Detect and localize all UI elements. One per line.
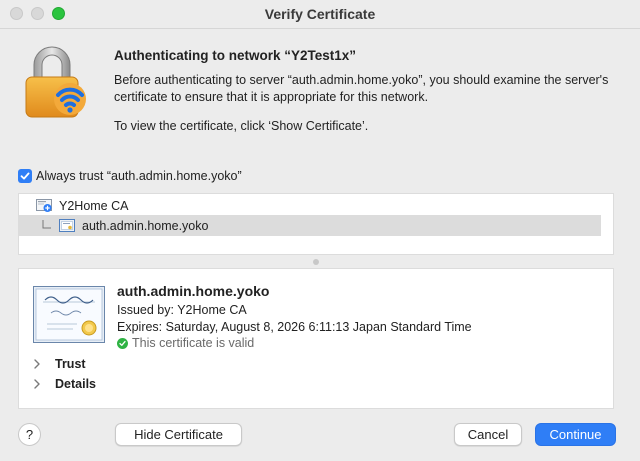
cancel-button[interactable]: Cancel	[454, 423, 522, 446]
trust-section-toggle[interactable]: Trust	[33, 357, 86, 371]
chain-root-label: Y2Home CA	[59, 198, 129, 213]
certificate-issuer: Issued by: Y2Home CA	[117, 303, 247, 317]
auth-hint: To view the certificate, click ‘Show Cer…	[114, 119, 369, 133]
always-trust-checkbox[interactable]	[18, 169, 32, 183]
chain-item-root-ca[interactable]: Y2Home CA	[19, 195, 601, 216]
details-section-label: Details	[55, 377, 96, 391]
pane-splitter-handle[interactable]	[313, 259, 319, 265]
certificate-status: This certificate is valid	[117, 336, 254, 350]
chevron-right-icon	[34, 359, 40, 369]
certificate-expiry: Expires: Saturday, August 8, 2026 6:11:1…	[117, 320, 472, 334]
checkmark-icon	[20, 172, 30, 180]
certificate-detail-panel: auth.admin.home.yoko Issued by: Y2Home C…	[18, 268, 614, 409]
certificate-icon	[59, 218, 75, 232]
window-title: Verify Certificate	[264, 6, 376, 22]
chain-leaf-label: auth.admin.home.yoko	[82, 218, 209, 233]
chevron-right-icon	[34, 379, 40, 389]
valid-check-icon	[117, 337, 128, 349]
certificate-standard-icon	[33, 286, 105, 343]
hide-certificate-button[interactable]: Hide Certificate	[115, 423, 242, 446]
trust-section-label: Trust	[55, 357, 86, 371]
certificate-status-text: This certificate is valid	[132, 336, 255, 350]
continue-button[interactable]: Continue	[535, 423, 616, 446]
verify-certificate-window: Verify Certificate Authenticating to net…	[0, 0, 640, 461]
chain-connector-icon	[42, 219, 51, 228]
certificate-chain-list: Y2Home CA auth.admin.home.yoko	[18, 193, 614, 255]
always-trust-row[interactable]: Always trust “auth.admin.home.yoko”	[18, 167, 242, 185]
details-section-toggle[interactable]: Details	[33, 377, 96, 391]
auth-heading: Authenticating to network “Y2Test1x”	[114, 48, 357, 63]
certificate-authority-icon	[36, 198, 52, 212]
certificate-name: auth.admin.home.yoko	[117, 283, 270, 299]
wifi-lock-icon	[25, 46, 86, 118]
chain-item-leaf-cert[interactable]: auth.admin.home.yoko	[19, 215, 601, 236]
always-trust-label: Always trust “auth.admin.home.yoko”	[36, 169, 242, 183]
auth-description: Before authenticating to server “auth.ad…	[114, 73, 609, 104]
help-button[interactable]: ?	[18, 423, 41, 446]
title-bar: Verify Certificate	[0, 0, 640, 29]
